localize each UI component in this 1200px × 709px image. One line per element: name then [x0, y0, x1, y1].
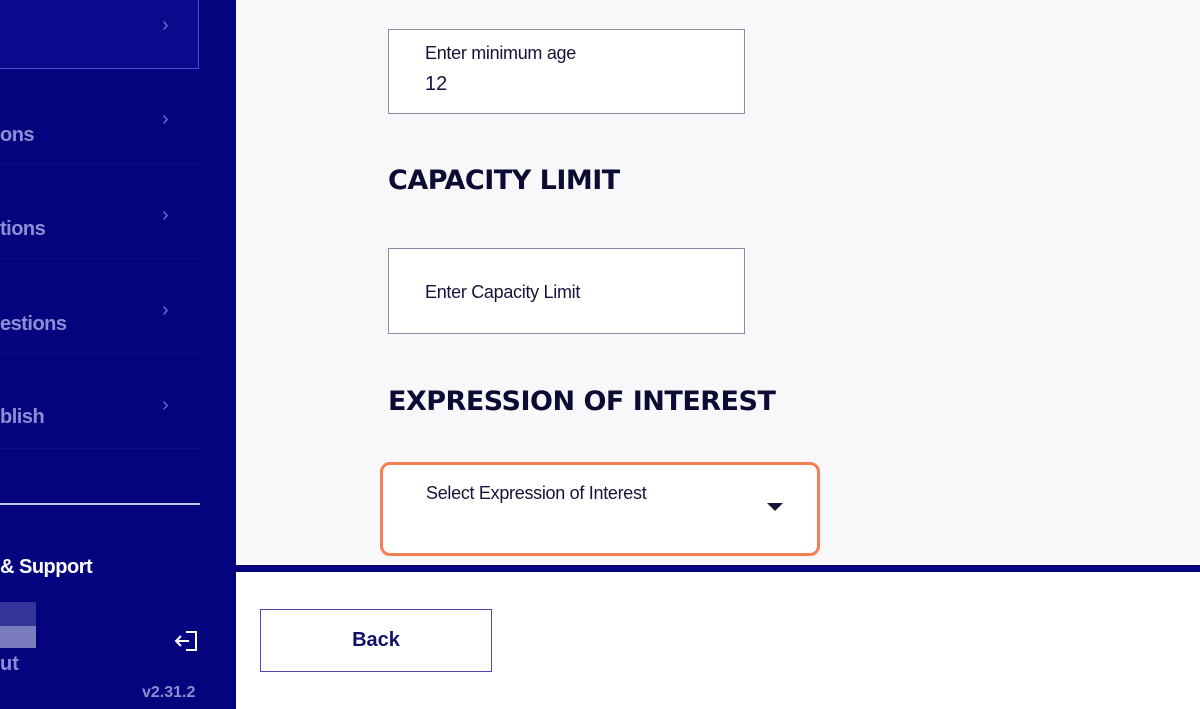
- expression-of-interest-placeholder: Select Expression of Interest: [426, 483, 647, 503]
- caret-down-icon[interactable]: [767, 503, 783, 511]
- sidebar-item-label: tions: [0, 218, 46, 240]
- expression-of-interest-select[interactable]: Select Expression of Interest: [380, 462, 820, 556]
- minimum-age-field[interactable]: Enter minimum age 12: [388, 29, 745, 114]
- logout-icon[interactable]: [172, 628, 200, 654]
- sidebar: › ons › tions › estions › blish › & Supp…: [0, 0, 236, 709]
- minimum-age-value: 12: [425, 73, 448, 95]
- app-version: v2.31.2: [142, 684, 196, 701]
- sidebar-item-questions[interactable]: tions ›: [0, 190, 200, 259]
- sidebar-divider: [0, 503, 200, 505]
- capacity-limit-placeholder: Enter Capacity Limit: [425, 282, 581, 302]
- sidebar-item-custom-questions[interactable]: estions ›: [0, 285, 200, 354]
- sidebar-item-publish[interactable]: blish ›: [0, 380, 200, 449]
- sidebar-item-options[interactable]: ons ›: [0, 96, 200, 165]
- expression-of-interest-heading: EXPRESSION OF INTEREST: [388, 386, 776, 417]
- sidebar-item-label: blish: [0, 406, 45, 428]
- back-button[interactable]: Back: [260, 609, 492, 672]
- sidebar-highlight-block: [0, 626, 36, 648]
- sidebar-item-label: ons: [0, 124, 35, 146]
- capacity-limit-field[interactable]: Enter Capacity Limit: [388, 248, 745, 334]
- chevron-right-icon: ›: [162, 394, 169, 416]
- chevron-right-icon: ›: [162, 14, 169, 36]
- minimum-age-label: Enter minimum age: [425, 43, 576, 63]
- help-support-link[interactable]: & Support: [0, 556, 93, 579]
- capacity-limit-heading: CAPACITY LIMIT: [388, 165, 620, 196]
- footer-divider: [236, 565, 1200, 572]
- chevron-right-icon: ›: [162, 108, 169, 130]
- sidebar-item-active[interactable]: ›: [0, 0, 199, 69]
- chevron-right-icon: ›: [162, 204, 169, 226]
- logout-link[interactable]: ut: [0, 653, 19, 676]
- sidebar-item-label: estions: [0, 313, 67, 335]
- sidebar-highlight-block: [0, 602, 36, 626]
- chevron-right-icon: ›: [162, 299, 169, 321]
